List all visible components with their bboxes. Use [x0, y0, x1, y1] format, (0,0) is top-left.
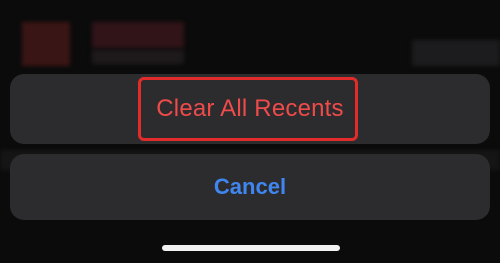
action-sheet-group: Clear All Recents	[10, 74, 490, 144]
blurred-content	[412, 40, 500, 66]
cancel-button[interactable]: Cancel	[10, 154, 490, 220]
clear-all-recents-button[interactable]: Clear All Recents	[10, 74, 490, 144]
screen: Clear All Recents Cancel	[0, 0, 500, 263]
blurred-content	[22, 22, 70, 66]
blurred-content	[92, 50, 184, 64]
home-indicator[interactable]	[162, 245, 340, 251]
blurred-content	[92, 22, 184, 48]
cancel-label: Cancel	[213, 174, 287, 199]
cancel-group: Cancel	[10, 154, 490, 220]
clear-all-recents-label: Clear All Recents	[156, 95, 344, 122]
